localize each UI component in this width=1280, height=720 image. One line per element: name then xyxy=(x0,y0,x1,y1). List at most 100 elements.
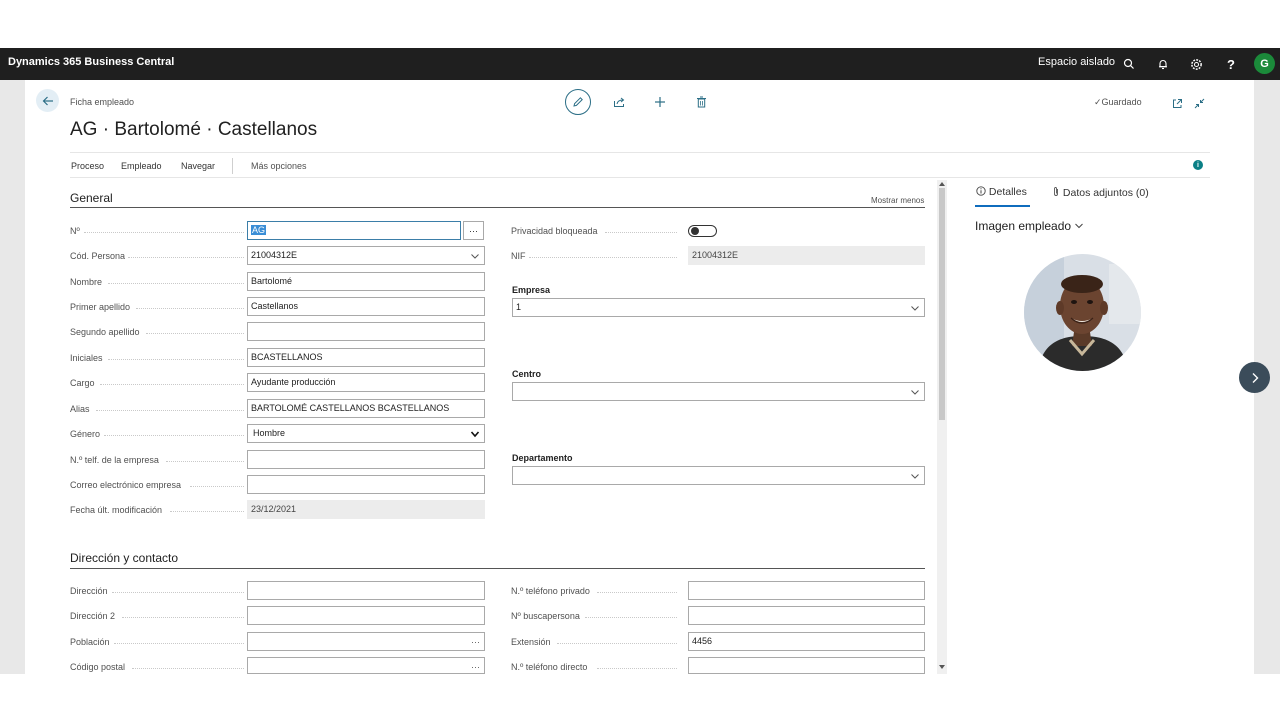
scroll-down-icon[interactable] xyxy=(938,664,946,670)
environment-label: Espacio aislado xyxy=(1038,56,1116,68)
tab-attachments[interactable]: Datos adjuntos (0) xyxy=(1052,186,1149,199)
info-circle-icon xyxy=(976,186,986,196)
label-primer-apellido: Primer apellido xyxy=(70,301,244,313)
chevron-down-icon xyxy=(470,431,480,438)
label-centro: Centro xyxy=(512,369,541,379)
label-poblacion: Población xyxy=(70,636,244,648)
extension-field[interactable]: 4456 xyxy=(688,632,925,651)
section-contact-title[interactable]: Dirección y contacto xyxy=(70,551,178,565)
departamento-select[interactable] xyxy=(512,466,925,485)
open-new-window-button[interactable] xyxy=(1165,92,1189,114)
label-correo-empresa: Correo electrónico empresa xyxy=(70,479,244,491)
label-direccion-2: Dirección 2 xyxy=(70,610,244,622)
menu-proceso[interactable]: Proceso xyxy=(71,161,104,171)
buscapersona-field[interactable] xyxy=(688,606,925,625)
gear-icon[interactable] xyxy=(1186,54,1206,74)
nombre-field[interactable]: Bartolomé xyxy=(247,272,485,291)
bottom-blank-area xyxy=(0,674,1280,720)
label-nif: NIF xyxy=(511,250,677,262)
centro-select[interactable] xyxy=(512,382,925,401)
paperclip-icon xyxy=(1054,187,1058,196)
privacidad-toggle[interactable] xyxy=(688,225,717,237)
label-fecha-modificacion: Fecha últ. modificación xyxy=(70,504,244,516)
open-new-window-icon xyxy=(1172,98,1182,108)
iniciales-field[interactable]: BCASTELLANOS xyxy=(247,348,485,367)
delete-button[interactable] xyxy=(689,91,713,113)
cod-persona-field[interactable]: 21004312E xyxy=(247,246,485,265)
employee-photo[interactable] xyxy=(1024,254,1141,371)
section-divider xyxy=(70,207,925,208)
lookup-icon: ··· xyxy=(471,637,480,647)
empresa-select[interactable]: 1 xyxy=(512,298,925,317)
page-title: AG · Bartolomé · Castellanos xyxy=(70,119,318,140)
menu-separator xyxy=(232,158,233,174)
label-codigo-postal: Código postal xyxy=(70,661,244,673)
label-telf-empresa: N.º telf. de la empresa xyxy=(70,454,244,466)
saved-status: ✓Guardado xyxy=(1094,97,1142,107)
arrow-left-icon xyxy=(42,96,53,105)
add-icon xyxy=(655,97,665,107)
label-departamento: Departamento xyxy=(512,453,573,463)
telefono-directo-field[interactable] xyxy=(688,657,925,674)
label-telefono-privado: N.º teléfono privado xyxy=(511,585,677,597)
edit-button[interactable] xyxy=(565,89,591,115)
share-button[interactable] xyxy=(607,91,631,113)
check-icon: ✓ xyxy=(1094,97,1102,107)
user-avatar[interactable]: G xyxy=(1254,53,1275,74)
fecha-modificacion-field: 23/12/2021 xyxy=(247,500,485,519)
label-cod-persona: Cód. Persona xyxy=(70,250,244,262)
label-empresa: Empresa xyxy=(512,285,551,295)
new-button[interactable] xyxy=(648,91,672,113)
segundo-apellido-field[interactable] xyxy=(247,322,485,341)
collapse-button[interactable] xyxy=(1187,92,1211,114)
back-button[interactable] xyxy=(36,89,59,112)
menu-empleado[interactable]: Empleado xyxy=(121,161,162,171)
show-less-link[interactable]: Mostrar menos xyxy=(871,196,924,205)
poblacion-field[interactable]: ··· xyxy=(247,632,485,651)
label-segundo-apellido: Segundo apellido xyxy=(70,326,244,338)
tab-active-indicator xyxy=(975,205,1030,207)
label-iniciales: Iniciales xyxy=(70,352,244,364)
help-icon[interactable]: ? xyxy=(1221,54,1241,74)
pencil-icon xyxy=(573,97,583,107)
app-bar: Dynamics 365 Business Central Espacio ai… xyxy=(0,48,1280,80)
alias-field[interactable]: BARTOLOMÉ CASTELLANOS BCASTELLANOS xyxy=(247,399,485,418)
app-brand[interactable]: Dynamics 365 Business Central xyxy=(8,56,174,68)
primer-apellido-field[interactable]: Castellanos xyxy=(247,297,485,316)
correo-empresa-field[interactable] xyxy=(247,475,485,494)
breadcrumb: Ficha empleado xyxy=(70,97,135,107)
info-icon[interactable]: i xyxy=(1193,160,1203,170)
no-assist-button[interactable]: ··· xyxy=(463,221,484,240)
menu-more-options[interactable]: Más opciones xyxy=(251,161,307,171)
telf-empresa-field[interactable] xyxy=(247,450,485,469)
search-icon[interactable] xyxy=(1119,54,1139,74)
bell-icon[interactable] xyxy=(1153,54,1173,74)
label-no: Nº xyxy=(70,225,244,237)
scroll-up-icon[interactable] xyxy=(938,181,946,187)
next-record-button[interactable] xyxy=(1239,362,1270,393)
chevron-down-icon xyxy=(911,474,919,479)
cargo-field[interactable]: Ayudante producción xyxy=(247,373,485,392)
direccion-field[interactable] xyxy=(247,581,485,600)
label-genero: Género xyxy=(70,428,244,440)
collapse-icon xyxy=(1194,98,1204,108)
direccion-2-field[interactable] xyxy=(247,606,485,625)
lookup-icon: ··· xyxy=(471,662,480,672)
genero-select[interactable]: Hombre xyxy=(247,424,485,443)
section-general-title[interactable]: General xyxy=(70,191,113,205)
tab-details[interactable]: Detalles xyxy=(976,186,1027,198)
share-icon xyxy=(613,97,624,107)
chevron-right-icon xyxy=(1252,372,1258,383)
label-nombre: Nombre xyxy=(70,276,244,288)
label-cargo: Cargo xyxy=(70,377,244,389)
chevron-down-icon xyxy=(1075,223,1084,229)
codigo-postal-field[interactable]: ··· xyxy=(247,657,485,674)
scrollbar-thumb[interactable] xyxy=(939,188,945,420)
menu-navegar[interactable]: Navegar xyxy=(181,161,215,171)
label-alias: Alias xyxy=(70,403,244,415)
chevron-down-icon xyxy=(911,306,919,311)
employee-photo-title[interactable]: Imagen empleado xyxy=(975,219,1084,233)
telefono-privado-field[interactable] xyxy=(688,581,925,600)
section-divider xyxy=(70,568,925,569)
no-field[interactable]: AG xyxy=(247,221,461,240)
